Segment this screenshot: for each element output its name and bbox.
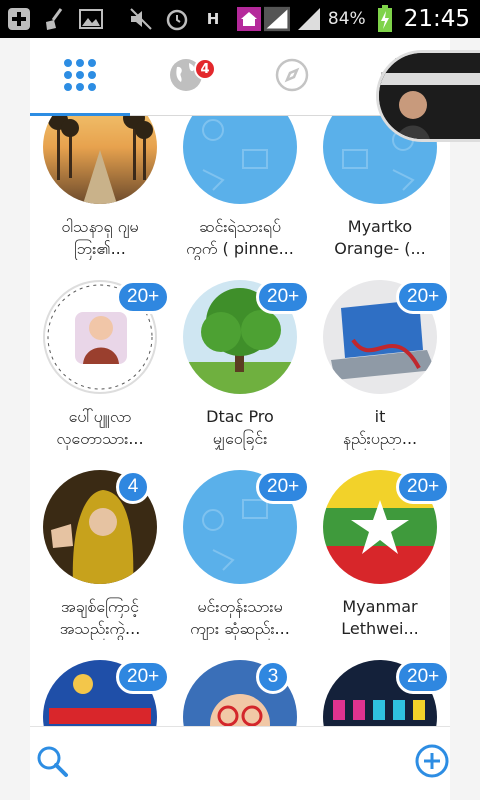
- group-grid: ဝါသနာရှ ဂျမ ဘြး၏... ဆင်းရဲသားရပ် ကွက် ( …: [30, 116, 450, 726]
- signal-icon: [263, 6, 290, 32]
- group-item[interactable]: 20+: [310, 660, 450, 726]
- alarm-icon: [164, 6, 190, 32]
- count-badge: 20+: [396, 280, 450, 314]
- group-name: Orange- (...: [334, 239, 426, 258]
- bottom-bar: [30, 726, 450, 800]
- group-name: မျှဝေခြင်း: [212, 429, 268, 448]
- group-avatar: [43, 116, 157, 204]
- home-icon: [236, 6, 262, 32]
- search-icon: [35, 744, 69, 782]
- count-badge: 20+: [256, 470, 311, 504]
- group-item[interactable]: 20+ Myanmar Lethwei...: [310, 470, 450, 640]
- group-name: Myanmar: [342, 597, 418, 616]
- tab-grid[interactable]: [40, 38, 120, 116]
- group-item[interactable]: 20+: [30, 660, 171, 726]
- count-badge: 20+: [396, 660, 450, 694]
- group-name: ကွက် ( pinne...: [186, 239, 294, 258]
- add-icon: [6, 6, 32, 32]
- count-badge: 20+: [256, 280, 311, 314]
- broom-icon: [42, 6, 68, 32]
- group-name: Dtac Pro: [206, 407, 274, 426]
- group-name: Myartko: [347, 217, 413, 236]
- mute-icon: [128, 6, 154, 32]
- tab-discover[interactable]: [252, 38, 332, 116]
- group-name: နည်းပညာ...: [342, 429, 418, 448]
- count-badge: 3: [256, 660, 290, 694]
- grid-icon: [63, 58, 97, 96]
- data-icon: H: [206, 10, 220, 28]
- group-item[interactable]: 20+ Dtac Pro မျှဝေခြင်း: [170, 280, 311, 450]
- group-item[interactable]: 4 အချစ်ကြောင့် အသည်းကွဲ...: [30, 470, 170, 640]
- compass-icon: [275, 58, 309, 96]
- count-badge: 20+: [396, 470, 450, 504]
- group-name: အသည်းကွဲ...: [59, 619, 141, 638]
- group-item[interactable]: ဆင်းရဲသားရပ် ကွက် ( pinne...: [170, 116, 310, 260]
- group-name: ဆင်းရဲသားရပ်: [198, 217, 281, 236]
- group-name: လှတောသား...: [56, 429, 144, 448]
- status-bar: H 84% 21:45: [0, 0, 480, 38]
- add-circle-icon: [414, 743, 450, 783]
- battery-icon: [372, 5, 398, 32]
- group-item[interactable]: 20+ မင်းတုန်းသားမ ကျား ဆုံဆည်း...: [170, 470, 311, 640]
- add-group-button[interactable]: [410, 741, 454, 785]
- group-avatar: [183, 116, 297, 204]
- count-badge: 4: [116, 470, 150, 504]
- image-icon: [78, 6, 104, 32]
- notification-badge: 4: [194, 58, 216, 80]
- group-name: မင်းတုန်းသားမ: [197, 597, 283, 616]
- group-item[interactable]: 20+ ပေါ်ပျူလာ လှတောသား...: [30, 280, 171, 450]
- group-name: Lethwei...: [341, 619, 419, 638]
- group-item[interactable]: 3: [170, 660, 310, 726]
- group-item[interactable]: 20+ it နည်းပညာ...: [310, 280, 450, 450]
- signal-icon: [296, 6, 322, 32]
- group-name: ဘြး၏...: [74, 239, 126, 258]
- clock: 21:45: [403, 6, 470, 32]
- group-name: it: [374, 407, 386, 426]
- search-button[interactable]: [30, 741, 74, 785]
- group-name: ဝါသနာရှ ဂျမ: [61, 217, 139, 236]
- group-name: ကျား ဆုံဆည်း...: [190, 619, 290, 638]
- battery-percent: 84%: [327, 9, 366, 29]
- group-item[interactable]: ဝါသနာရှ ဂျမ ဘြး၏...: [30, 116, 170, 260]
- group-name: အချစ်ကြောင့်: [60, 597, 139, 616]
- group-name: ပေါ်ပျူလာ: [68, 407, 132, 426]
- floating-profile-bubble[interactable]: [376, 50, 480, 142]
- count-badge: 20+: [116, 280, 171, 314]
- count-badge: 20+: [116, 660, 171, 694]
- tab-global[interactable]: 4: [146, 38, 226, 116]
